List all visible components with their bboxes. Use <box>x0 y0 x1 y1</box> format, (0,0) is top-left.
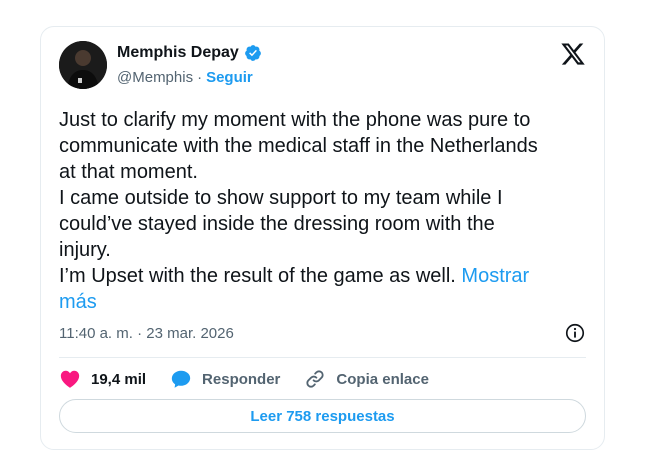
divider <box>59 357 586 358</box>
author-name[interactable]: Memphis Depay <box>117 44 239 62</box>
link-icon <box>306 370 324 388</box>
speech-bubble-icon <box>171 370 191 388</box>
tweet-card: Memphis Depay @Memphis · Seguir Just to … <box>40 26 605 450</box>
x-logo-icon[interactable] <box>560 41 586 67</box>
action-bar: 19,4 mil Responder Copia enlace <box>59 367 453 391</box>
heart-icon <box>60 370 80 388</box>
info-icon[interactable] <box>564 322 586 344</box>
tweet-timestamp[interactable]: 11:40 a. m. · 23 mar. 2026 <box>59 325 234 342</box>
like-count: 19,4 mil <box>91 370 147 388</box>
author-name-row: Memphis Depay <box>117 44 262 62</box>
author-avatar[interactable] <box>59 41 107 89</box>
separator-dot: · <box>197 69 203 86</box>
read-replies-button[interactable]: Leer 758 respuestas <box>59 399 586 433</box>
verified-badge-icon <box>244 45 261 61</box>
author-handle-row: @Memphis · Seguir <box>117 69 253 86</box>
copy-link-button[interactable]: Copia enlace <box>304 368 429 390</box>
tweet-text: Just to clarify my moment with the phone… <box>59 107 589 315</box>
tweet-body: Just to clarify my moment with the phone… <box>59 109 538 287</box>
reply-button[interactable]: Responder <box>170 368 280 390</box>
author-handle[interactable]: @Memphis <box>117 69 193 86</box>
like-button[interactable]: 19,4 mil <box>59 368 146 390</box>
copy-link-label: Copia enlace <box>336 370 429 388</box>
reply-label: Responder <box>202 370 281 388</box>
follow-button[interactable]: Seguir <box>206 69 253 86</box>
